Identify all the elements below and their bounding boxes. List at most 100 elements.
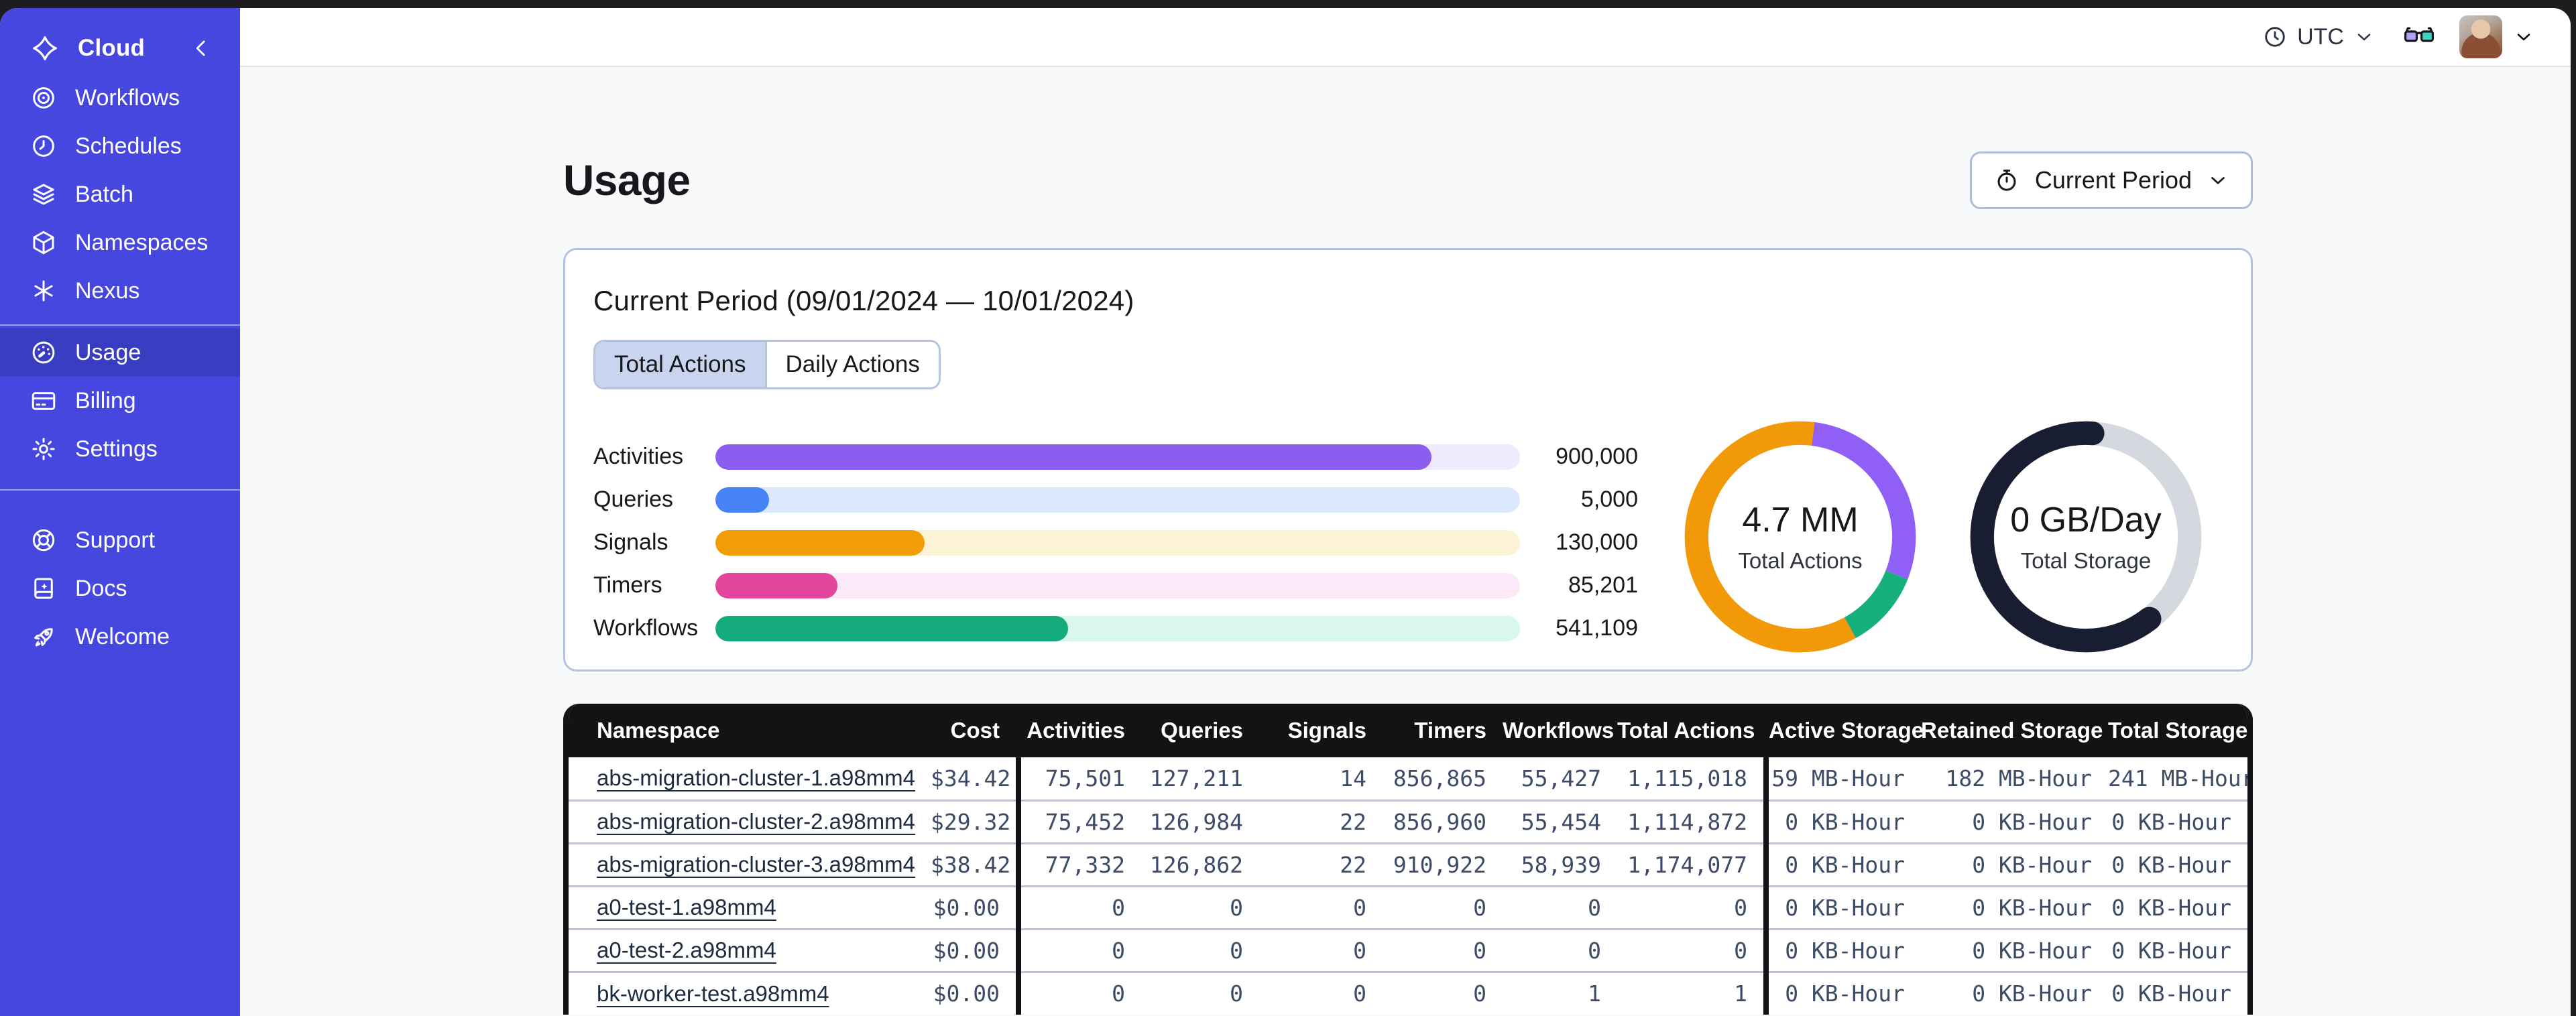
sidebar-item-namespaces[interactable]: Namespaces [0, 218, 240, 267]
nexus-icon [30, 277, 58, 305]
namespace-link[interactable]: abs-migration-cluster-2.a98mm4 [597, 809, 915, 834]
table-row: abs-migration-cluster-1.a98mm4 $34.42 75,5… [569, 757, 2247, 800]
sidebar-item-support[interactable]: Support [0, 516, 240, 564]
cell-timers: 0 [1383, 970, 1503, 1015]
tab-total-actions[interactable]: Total Actions [595, 342, 765, 387]
cell-workflows: 55,454 [1503, 799, 1617, 843]
cell-namespace: abs-migration-cluster-2.a98mm4 [569, 799, 931, 843]
bar-row-signals: Signals 130,000 [593, 529, 1638, 556]
usage-charts: Activities 900,000 Queries 5,000 Signals 130,… [593, 409, 2223, 664]
sidebar-collapse-button[interactable] [188, 35, 215, 62]
cell-signals: 14 [1259, 757, 1383, 800]
bar-fill [715, 444, 1431, 470]
cell-retained_storage: 182 MB-Hour [1921, 757, 2108, 800]
cell-queries: 126,984 [1141, 799, 1259, 843]
sidebar-item-workflows[interactable]: Workflows [0, 74, 240, 122]
sidebar-item-label: Namespaces [75, 229, 209, 255]
content: Usage Current Period Current Period (09/… [240, 67, 2571, 1016]
sidebar-item-label: Schedules [75, 133, 182, 159]
sidebar-item-label: Usage [75, 339, 141, 365]
namespace-usage-table: Namespace Cost Activities Queries Signals Tim… [569, 704, 2247, 1015]
bar-fill [715, 615, 1068, 641]
bar-label: Timers [593, 572, 662, 598]
cell-activities: 0 [1016, 928, 1141, 972]
period-button-label: Current Period [2034, 166, 2192, 194]
bar-label: Queries [593, 487, 674, 512]
cell-activities: 0 [1016, 885, 1141, 929]
cell-active_storage: 0 KB-Hour [1763, 885, 1921, 929]
cell-total_storage: 0 KB-Hour [2108, 970, 2247, 1015]
cell-cost: $34.42 [931, 757, 1018, 800]
cell-signals: 0 [1259, 970, 1383, 1015]
bar-label: Signals [593, 529, 668, 555]
sidebar-item-usage[interactable]: Usage [0, 328, 240, 377]
namespace-table-section: Namespace Cost Activities Queries Signals Tim… [563, 704, 2253, 1015]
clock-icon [2262, 24, 2288, 50]
column-header-total_actions: Total Actions [1617, 704, 1766, 757]
support-icon [30, 526, 58, 554]
cell-retained_storage: 0 KB-Hour [1921, 970, 2108, 1015]
table-row: a0-test-1.a98mm4 $0.00 0 0 0 0 0 0 0 KB-Hour 0 KB… [569, 885, 2247, 929]
sidebar-header: Cloud [0, 23, 240, 74]
bar-fill [715, 572, 838, 598]
bar-value: 900,000 [1556, 444, 1638, 469]
timezone-label: UTC [2297, 23, 2344, 50]
namespace-link[interactable]: a0-test-2.a98mm4 [597, 938, 776, 962]
bar-row-workflows: Workflows 541,109 [593, 615, 1638, 641]
cell-timers: 0 [1383, 928, 1503, 972]
namespace-link[interactable]: a0-test-1.a98mm4 [597, 895, 776, 919]
cell-active_storage: 0 KB-Hour [1763, 970, 1921, 1015]
cell-signals: 22 [1259, 799, 1383, 843]
cell-timers: 856,960 [1383, 799, 1503, 843]
period-selector-button[interactable]: Current Period [1969, 151, 2253, 209]
sidebar-item-billing[interactable]: Billing [0, 377, 240, 425]
avatar[interactable] [2459, 15, 2502, 58]
cell-queries: 126,862 [1141, 842, 1259, 886]
cell-signals: 22 [1259, 842, 1383, 886]
bar-track [715, 615, 1520, 641]
table-row: a0-test-2.a98mm4 $0.00 0 0 0 0 0 0 0 KB-Hour 0 KB… [569, 928, 2247, 972]
donut-total-actions: 4.7 MM Total Actions [1673, 409, 1928, 664]
sidebar-item-label: Billing [75, 387, 136, 414]
sidebar: Cloud Workflows Schedules Batch Namespaces N… [0, 8, 240, 1016]
cell-total_storage: 0 KB-Hour [2108, 842, 2247, 886]
cell-signals: 0 [1259, 928, 1383, 972]
cell-cost: $0.00 [931, 928, 1018, 972]
donut-charts: 4.7 MM Total Actions 0 GB/Day Total Storage [1673, 409, 2213, 664]
column-header-queries: Queries [1141, 704, 1259, 757]
cell-timers: 0 [1383, 885, 1503, 929]
table-row: abs-migration-cluster-2.a98mm4 $29.32 75,4… [569, 799, 2247, 843]
sidebar-item-docs[interactable]: Docs [0, 564, 240, 613]
cell-total_storage: 241 MB-Hour [2108, 757, 2247, 800]
cell-total_actions: 1 [1617, 970, 1766, 1015]
sidebar-nav-footer: Support Docs Welcome [0, 516, 240, 661]
cell-retained_storage: 0 KB-Hour [1921, 842, 2108, 886]
timezone-selector[interactable]: UTC [2262, 24, 2375, 50]
chevron-down-icon [2207, 169, 2229, 192]
glasses-icon[interactable] [2403, 21, 2435, 53]
tab-daily-actions[interactable]: Daily Actions [764, 342, 939, 387]
cell-timers: 856,865 [1383, 757, 1503, 800]
sidebar-item-nexus[interactable]: Nexus [0, 267, 240, 315]
bar-label: Workflows [593, 615, 699, 641]
cell-retained_storage: 0 KB-Hour [1921, 928, 2108, 972]
column-header-timers: Timers [1383, 704, 1503, 757]
sidebar-item-batch[interactable]: Batch [0, 170, 240, 218]
sidebar-item-settings[interactable]: Settings [0, 425, 240, 473]
account-menu[interactable] [2459, 15, 2534, 58]
temporal-logo-icon [30, 33, 60, 64]
cell-namespace: abs-migration-cluster-1.a98mm4 [569, 757, 931, 800]
cell-activities: 75,501 [1016, 757, 1141, 800]
namespace-link[interactable]: abs-migration-cluster-3.a98mm4 [597, 852, 915, 877]
usage-icon [30, 338, 58, 367]
cell-queries: 0 [1141, 885, 1259, 929]
bar-row-queries: Queries 5,000 [593, 487, 1638, 513]
sidebar-item-schedules[interactable]: Schedules [0, 122, 240, 170]
namespace-link[interactable]: abs-migration-cluster-1.a98mm4 [597, 765, 915, 790]
sidebar-nav-account: Usage Billing Settings [0, 328, 240, 473]
sidebar-item-welcome[interactable]: Welcome [0, 613, 240, 661]
bar-value: 541,109 [1556, 615, 1638, 641]
column-header-signals: Signals [1259, 704, 1383, 757]
namespace-link[interactable]: bk-worker-test.a98mm4 [597, 981, 829, 1006]
actions-bar-chart: Activities 900,000 Queries 5,000 Signals 130,… [593, 409, 1638, 641]
